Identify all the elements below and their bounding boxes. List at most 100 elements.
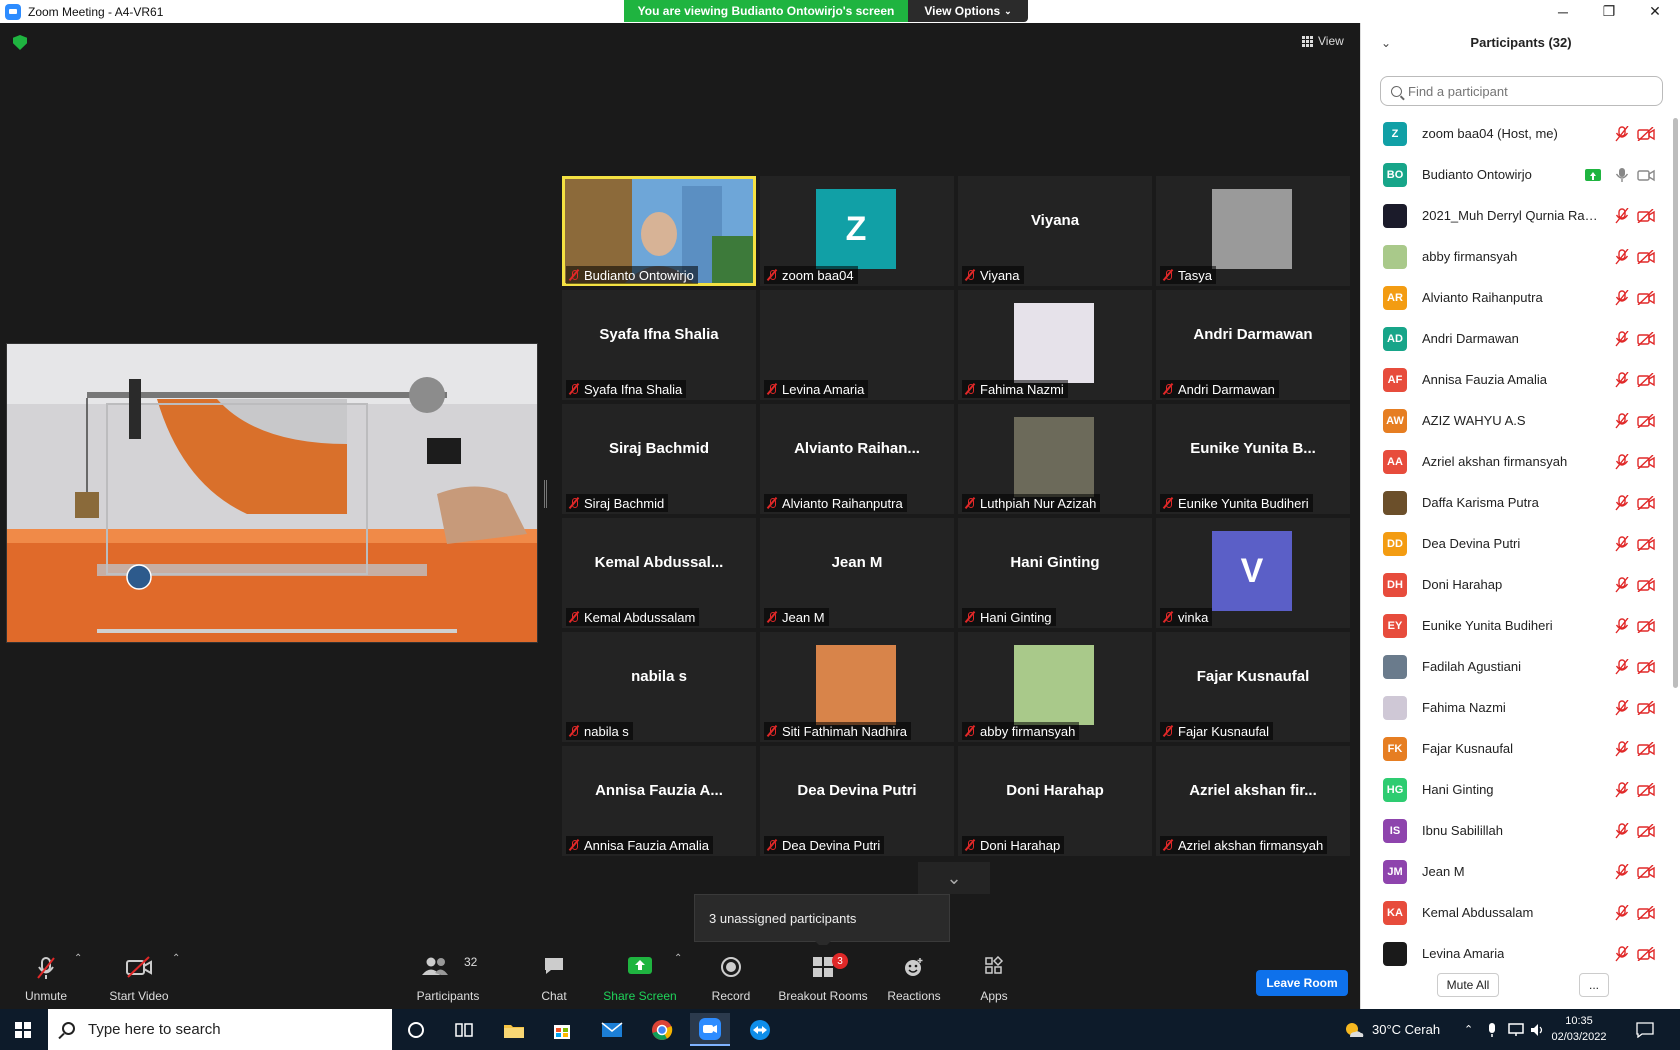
start-video-button[interactable]: Start Video [104,945,174,1009]
tile-display-name: Doni Harahap [1006,782,1104,799]
video-options-caret-icon[interactable]: ⌃ [172,953,180,964]
participant-row[interactable]: BO Budianto Ontowirjo [1361,154,1671,195]
view-button[interactable]: View [1302,34,1344,48]
more-options-button[interactable]: ... [1579,973,1609,997]
participants-button[interactable]: 32 Participants [412,945,484,1009]
maximize-button[interactable]: ❐ [1586,0,1632,23]
video-tile[interactable]: nabila s nabila s [562,632,756,742]
video-off-icon [1637,617,1655,634]
shared-screen-view[interactable] [6,343,538,643]
participant-row[interactable]: HG Hani Ginting [1361,769,1671,810]
record-button[interactable]: Record [708,945,754,1009]
participant-row[interactable]: Levina Amaria [1361,933,1671,974]
reactions-button[interactable]: Reactions [886,945,942,1009]
microsoft-store-icon[interactable] [542,1013,582,1046]
split-view-handle[interactable] [544,480,547,508]
audio-options-caret-icon[interactable]: ⌃ [74,953,82,964]
encryption-shield-icon[interactable] [13,35,27,50]
video-tile[interactable]: abby firmansyah [958,632,1152,742]
video-tile[interactable]: Viyana Viyana [958,176,1152,286]
video-tile[interactable]: Dea Devina Putri Dea Devina Putri [760,746,954,856]
participant-row[interactable]: FK Fajar Kusnaufal [1361,728,1671,769]
weather-widget[interactable]: 30°C Cerah [1344,1009,1440,1050]
participant-row[interactable]: AD Andri Darmawan [1361,318,1671,359]
participant-row[interactable]: IS Ibnu Sabilillah [1361,810,1671,851]
video-tile[interactable]: Jean M Jean M [760,518,954,628]
participant-row[interactable]: AA Azriel akshan firmansyah [1361,441,1671,482]
participant-row[interactable]: AF Annisa Fauzia Amalia [1361,359,1671,400]
participant-row[interactable]: Zzoom baa04 (Host, me) [1361,113,1671,154]
participant-name: Dea Devina Putri [1422,536,1521,551]
video-off-icon [1637,740,1655,757]
participant-row[interactable]: EY Eunike Yunita Budiheri [1361,605,1671,646]
chrome-icon[interactable] [642,1013,682,1046]
participant-search-input[interactable] [1408,83,1648,99]
taskbar-search-box[interactable]: Type here to search [48,1009,392,1050]
teamviewer-icon[interactable] [740,1013,780,1046]
participant-search-box[interactable] [1380,76,1663,106]
participant-row[interactable]: Fadilah Agustiani [1361,646,1671,687]
video-tile[interactable]: Syafa Ifna Shalia Syafa Ifna Shalia [562,290,756,400]
mute-all-button[interactable]: Mute All [1437,973,1499,997]
share-options-caret-icon[interactable]: ⌃ [674,953,682,964]
video-tile[interactable]: Andri Darmawan Andri Darmawan [1156,290,1350,400]
video-tile[interactable]: Fajar Kusnaufal Fajar Kusnaufal [1156,632,1350,742]
video-tile[interactable]: Hani Ginting Hani Ginting [958,518,1152,628]
volume-icon[interactable] [1530,1009,1546,1050]
participant-row[interactable]: abby firmansyah [1361,236,1671,277]
video-tile[interactable]: Budianto Ontowirjo [562,176,756,286]
taskbar-clock[interactable]: 10:35 02/03/2022 [1548,1013,1610,1045]
video-tile[interactable]: Zzoom baa04 [760,176,954,286]
file-explorer-icon[interactable] [494,1013,534,1046]
video-tile[interactable]: Luthpiah Nur Azizah [958,404,1152,514]
participant-row[interactable]: Fahima Nazmi [1361,687,1671,728]
video-tile[interactable]: Doni Harahap Doni Harahap [958,746,1152,856]
video-tile[interactable]: Tasya [1156,176,1350,286]
task-view-icon[interactable] [444,1013,484,1046]
zoom-taskbar-icon[interactable] [690,1013,730,1046]
close-button[interactable]: ✕ [1632,0,1678,23]
breakout-rooms-button[interactable]: 3 Breakout Rooms [778,945,868,1009]
video-tile[interactable]: Levina Amaria [760,290,954,400]
video-tile[interactable]: Eunike Yunita B... Eunike Yunita Budiheri [1156,404,1350,514]
participants-count: 32 [464,955,478,969]
start-button[interactable] [0,1009,46,1050]
leave-room-button[interactable]: Leave Room [1256,970,1348,996]
participant-row[interactable]: DH Doni Harahap [1361,564,1671,605]
microphone-tray-icon[interactable] [1487,1009,1497,1050]
minimize-button[interactable]: ─ [1540,0,1586,23]
participant-row[interactable]: AR Alvianto Raihanputra [1361,277,1671,318]
unmute-button[interactable]: Unmute [20,945,72,1009]
network-icon[interactable] [1508,1009,1526,1050]
microphone-muted-icon [1162,839,1174,851]
video-tile[interactable]: Kemal Abdussal... Kemal Abdussalam [562,518,756,628]
view-options-button[interactable]: View Options ⌄ [908,0,1028,22]
participant-avatar: EY [1383,613,1407,638]
chat-button[interactable]: Chat [534,945,574,1009]
video-tile[interactable]: Fahima Nazmi [958,290,1152,400]
participant-list-scrollbar[interactable] [1673,118,1678,688]
microphone-muted-icon [568,497,580,509]
video-tile[interactable]: Alvianto Raihan... Alvianto Raihanputra [760,404,954,514]
participant-name: Annisa Fauzia Amalia [1422,372,1548,387]
notification-center-icon[interactable] [1636,1009,1654,1050]
participant-row[interactable]: JM Jean M [1361,851,1671,892]
participant-row[interactable]: DD Dea Devina Putri [1361,523,1671,564]
mail-icon[interactable] [592,1013,632,1046]
gallery-next-page-button[interactable]: ⌄ [918,862,990,894]
video-tile[interactable]: Siraj Bachmid Siraj Bachmid [562,404,756,514]
participant-row[interactable]: KA Kemal Abdussalam [1361,892,1671,933]
microphone-muted-icon [1615,125,1629,142]
participant-row[interactable]: AW AZIZ WAHYU A.S [1361,400,1671,441]
video-tile[interactable]: Siti Fathimah Nadhira [760,632,954,742]
share-screen-button[interactable]: Share Screen [602,945,678,1009]
cortana-icon[interactable] [396,1013,436,1046]
video-tile[interactable]: Vvinka [1156,518,1350,628]
video-tile[interactable]: Azriel akshan fir... Azriel akshan firman… [1156,746,1350,856]
video-off-icon [1637,658,1655,675]
show-hidden-icons-chevron-icon[interactable]: ⌃ [1464,1009,1473,1050]
video-tile[interactable]: Annisa Fauzia A... Annisa Fauzia Amalia [562,746,756,856]
apps-button[interactable]: Apps [974,945,1014,1009]
participant-row[interactable]: Daffa Karisma Putra [1361,482,1671,523]
participant-row[interactable]: 2021_Muh Derryl Qurnia Rama... [1361,195,1671,236]
